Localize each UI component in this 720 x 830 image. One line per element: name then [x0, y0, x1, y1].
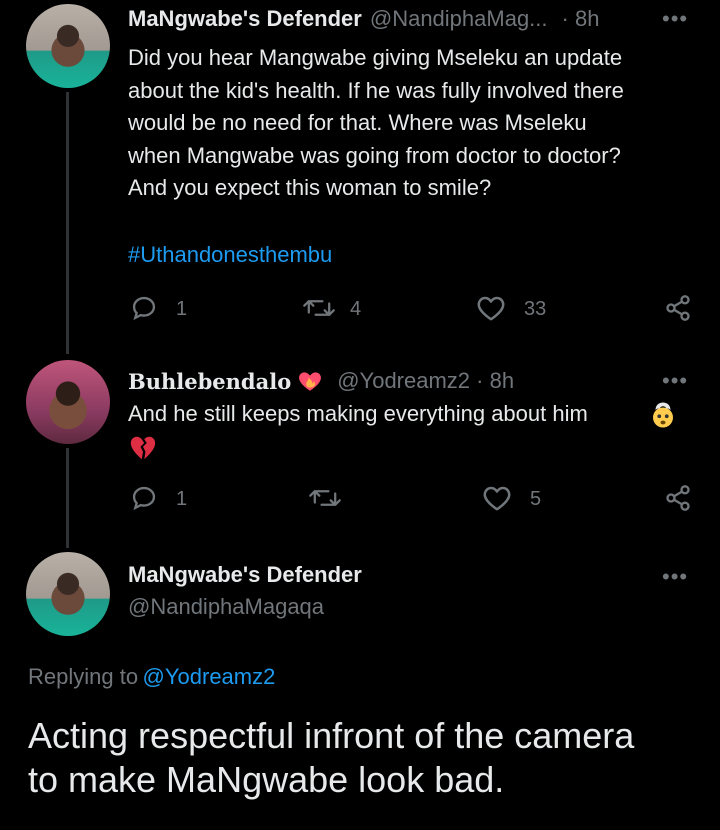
hashtag-link[interactable]: #Uthandonesthembu [128, 242, 332, 268]
tweet-text: And he still keeps making everything abo… [128, 398, 708, 431]
replying-to-handle[interactable]: @Yodreamz2 [143, 664, 276, 689]
tweet-text-line: when Mangwabe was going from doctor to d… [128, 142, 621, 168]
reply-icon[interactable] [130, 294, 158, 322]
retweet-icon[interactable] [308, 484, 342, 512]
replying-to-label: Replying to [28, 664, 139, 689]
avatar[interactable] [26, 4, 110, 88]
user-handle[interactable]: @NandiphaMag... [370, 6, 548, 32]
tweet-text-line: And he still keeps making everything abo… [128, 401, 588, 426]
tweet-text-line: would be no need for that. Where was Mse… [128, 110, 587, 135]
reply-count: 1 [176, 298, 188, 320]
heart-fire-emoji-icon [297, 368, 323, 394]
display-name[interactable]: MaNgwabe's Defender [128, 6, 362, 32]
like-icon[interactable] [476, 294, 506, 322]
display-name[interactable]: Buhlebendalo [128, 369, 291, 394]
like-icon[interactable] [482, 484, 512, 512]
tweet-text: Did you hear Mangwabe giving Mseleku an … [128, 42, 708, 205]
reply-count: 1 [176, 488, 188, 510]
tweet-text-line: about the kid's health. If he was fully … [128, 77, 624, 103]
broken-heart-emoji-icon [128, 434, 158, 462]
exploding-head-emoji-icon [648, 400, 678, 430]
avatar[interactable] [26, 360, 110, 444]
share-icon[interactable] [664, 484, 692, 512]
tweet-text-line: And you expect this woman to smile? [128, 175, 492, 200]
tweet-text: Acting respectful infront of the camera … [28, 714, 708, 802]
tweet-text-line: to make MaNgwabe look bad. [28, 759, 505, 800]
thread-line-2 [66, 448, 69, 548]
more-options-icon[interactable]: ••• [662, 564, 688, 590]
display-name[interactable]: MaNgwabe's Defender [128, 562, 362, 588]
tweet-text-line: Acting respectful infront of the camera [28, 715, 635, 756]
like-count: 5 [530, 488, 542, 510]
retweet-count: 4 [350, 298, 362, 320]
like-count: 33 [524, 298, 547, 320]
thread-line-1 [66, 92, 69, 354]
tweet-text-line: Did you hear Mangwabe giving Mseleku an … [128, 45, 623, 70]
timestamp[interactable]: · 8h [562, 6, 600, 32]
user-handle[interactable]: @NandiphaMagaqa [128, 594, 324, 620]
avatar[interactable] [26, 552, 110, 636]
reply-icon[interactable] [130, 484, 158, 512]
replying-to: Replying to @Yodreamz2 [28, 664, 275, 690]
share-icon[interactable] [664, 294, 692, 322]
more-options-icon[interactable]: ••• [662, 368, 688, 394]
user-handle[interactable]: @Yodreamz2 · 8h [337, 368, 514, 394]
more-options-icon[interactable]: ••• [662, 6, 688, 32]
retweet-icon[interactable] [302, 294, 336, 322]
